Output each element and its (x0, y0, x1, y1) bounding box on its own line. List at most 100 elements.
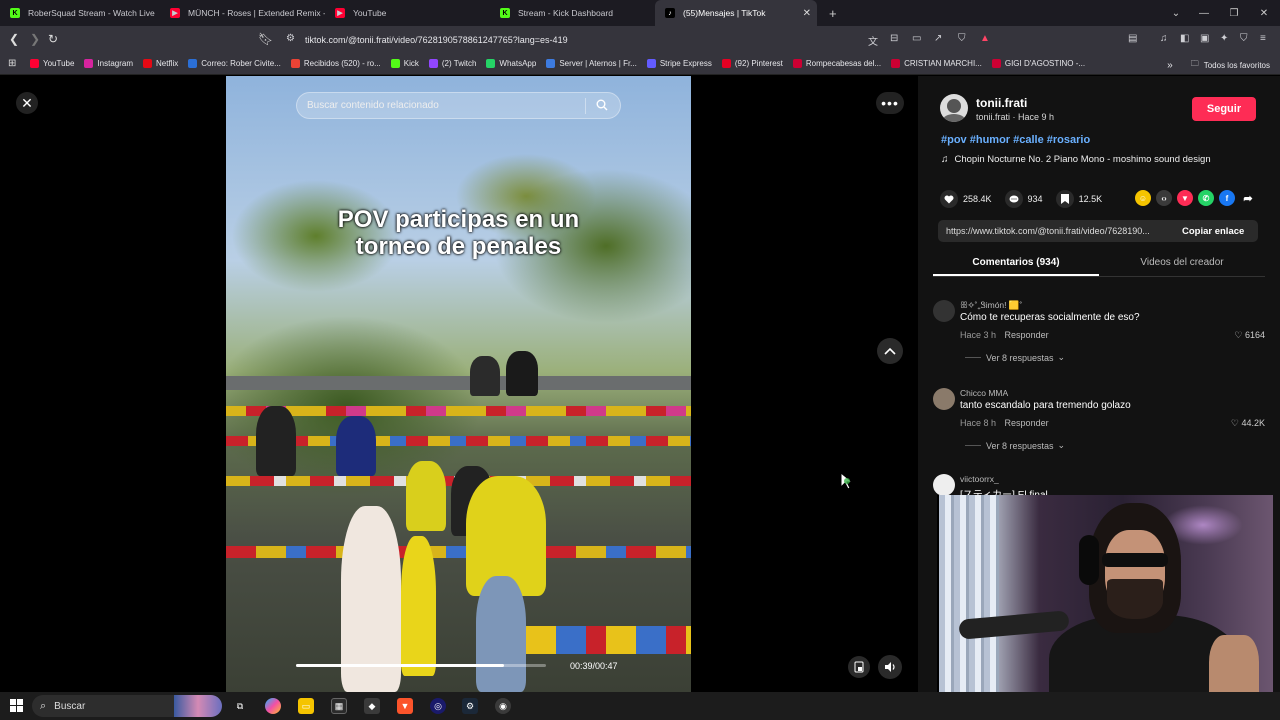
tab-munch[interactable]: ▶ MÜNCH - Roses | Extended Remix - Y (160, 0, 325, 26)
bookmark-item[interactable]: (2) Twitch (428, 59, 476, 68)
bookmark-label: Kick (403, 59, 419, 68)
minimize-button[interactable]: — (1190, 0, 1218, 26)
share-arrow-icon[interactable]: ➦ (1240, 190, 1256, 206)
bookmark-item[interactable]: Rompecabesas del... (792, 59, 881, 68)
previous-video-button[interactable] (877, 338, 903, 364)
reload-icon[interactable]: ↻ (48, 32, 58, 46)
view-replies-button[interactable]: Ver 8 respuestas ⌄ (965, 440, 1065, 451)
bookmark-item[interactable]: Kick (390, 59, 419, 68)
view-replies-button[interactable]: Ver 8 respuestas ⌄ (965, 352, 1065, 363)
tab-tiktok[interactable]: ♪ (55)Mensajes | TikTok ✕ (655, 0, 817, 26)
extension-icon[interactable]: ✦ (1220, 33, 1228, 44)
like-button[interactable]: 258.4K (940, 190, 992, 208)
brave-browser-icon[interactable]: ▼ (397, 698, 413, 714)
commenter-name[interactable]: viictoorrx_ (960, 474, 999, 484)
sidebar-icon[interactable]: ▤ (1128, 33, 1137, 44)
bookmark-item[interactable]: Recibidos (520) - ro... (290, 59, 381, 68)
copilot-icon[interactable] (265, 698, 281, 714)
commenter-avatar[interactable] (933, 300, 955, 322)
bookmark-item[interactable]: (92) Pinterest (721, 59, 783, 68)
apps-icon[interactable]: ⊞ (8, 58, 16, 69)
comment-like-button[interactable]: ♡ 6164 (1234, 330, 1265, 341)
brave-rewards-icon[interactable]: ▲ (980, 33, 990, 44)
panel-icon[interactable]: ◧ (1180, 33, 1189, 44)
all-bookmarks[interactable]: » 🗀︎ Todos los favoritos (1167, 58, 1270, 72)
bookmark-item[interactable]: Correo: Rober Civite... (188, 59, 281, 68)
chevron-right-icon[interactable]: » (1167, 60, 1173, 71)
bookmark-item[interactable]: Server | Aternos | Fr... (546, 59, 637, 68)
send-icon[interactable]: ▼ (1177, 190, 1193, 206)
video-progress-bar[interactable] (296, 664, 546, 667)
restore-button[interactable]: ❐ (1220, 0, 1248, 26)
music-icon[interactable]: ♫ (1160, 33, 1168, 44)
translate-icon[interactable]: 文 (868, 33, 878, 48)
tab-youtube[interactable]: ▶ YouTube (325, 0, 490, 26)
url-input[interactable]: tiktok.com/@tonii.frati/video/7628190578… (305, 35, 568, 45)
brave-shield-icon[interactable]: ⛉ (958, 33, 966, 44)
windows-start-icon[interactable] (10, 699, 23, 712)
comment-like-button[interactable]: ♡ 44.2K (1231, 418, 1265, 429)
bookmark-item[interactable]: CRISTIAN MARCHI... (891, 59, 982, 68)
save-button[interactable]: 12.5K (1055, 190, 1102, 208)
close-video-button[interactable]: ✕ (16, 92, 38, 114)
reply-button[interactable]: Responder (1005, 330, 1049, 340)
bookmark-item[interactable]: Stripe Express (646, 59, 712, 68)
new-tab-button[interactable]: + (829, 6, 837, 21)
bookmarks-bar: ⊞ YouTube Instagram Netflix Correo: Rober C… (0, 53, 1280, 75)
bookmark-icon[interactable]: 🔖︎ (258, 32, 273, 46)
steam-icon[interactable]: ⚙︎ (462, 698, 478, 714)
store-icon[interactable]: ▦ (331, 698, 347, 714)
commenter-avatar[interactable] (933, 474, 955, 496)
reader-icon[interactable]: ⊟ (890, 33, 898, 44)
tab-creator-videos[interactable]: Videos del creador (1099, 251, 1265, 276)
task-view-icon[interactable]: ⧉ (232, 698, 248, 714)
follow-button[interactable]: Seguir (1192, 97, 1256, 121)
commenter-name[interactable]: Chicco MMA (960, 388, 1008, 398)
related-search-input[interactable]: Buscar contenido relacionado (296, 92, 621, 119)
close-window-button[interactable]: ✕ (1250, 0, 1278, 26)
volume-button[interactable] (878, 655, 902, 679)
emoji-icon[interactable]: ☺ (1135, 190, 1151, 206)
pip-button[interactable] (848, 656, 870, 678)
hashtags[interactable]: #pov #humor #calle #rosario (941, 134, 1090, 146)
reply-button[interactable]: Responder (1005, 418, 1049, 428)
tab-comments[interactable]: Comentarios (934) (933, 251, 1099, 276)
chevron-down-icon[interactable]: ⌄ (1162, 0, 1190, 26)
whatsapp-icon[interactable]: ✆ (1198, 190, 1214, 206)
tab-kick-dashboard[interactable]: K Stream - Kick Dashboard (490, 0, 655, 26)
file-explorer-icon[interactable]: ▭ (298, 698, 314, 714)
music-link[interactable]: ♫ Chopin Nocturne No. 2 Piano Mono - mos… (941, 154, 1211, 165)
obs-icon[interactable]: ◉ (495, 698, 511, 714)
bookmark-item[interactable]: WhatsApp (486, 59, 536, 68)
cast-icon[interactable]: ▭ (912, 33, 921, 44)
bookmark-item[interactable]: Instagram (84, 59, 133, 68)
forward-icon[interactable]: ❯ (30, 32, 40, 46)
commenter-name[interactable]: ꕥ✧˚₊Ꮥimón! 🟨˚ (960, 300, 1022, 311)
bookmark-item[interactable]: GIGI D'AGOSTINO -... (991, 59, 1085, 68)
bookmark-item[interactable]: YouTube (30, 59, 74, 68)
embed-icon[interactable]: ‹› (1156, 190, 1172, 206)
app-icon[interactable]: ◎ (430, 698, 446, 714)
video-player[interactable]: POV participas en un torneo de penales B… (226, 76, 691, 692)
comment-button[interactable]: 934 (1004, 190, 1043, 208)
author-name[interactable]: tonii.frati (976, 96, 1027, 110)
back-icon[interactable]: ❮ (9, 32, 19, 46)
wallet-icon[interactable]: ▣ (1200, 33, 1209, 44)
close-tab-icon[interactable]: ✕ (803, 8, 811, 19)
site-settings-icon[interactable]: ⚙︎ (286, 33, 295, 44)
app-icon[interactable]: ◆ (364, 698, 380, 714)
more-options-button[interactable]: ••• (876, 92, 904, 114)
vpn-icon[interactable]: ⛉ (1240, 33, 1248, 44)
commenter-avatar[interactable] (933, 388, 955, 410)
taskbar-search-label: Buscar (54, 700, 86, 712)
menu-icon[interactable]: ≡ (1260, 33, 1266, 44)
post-link[interactable]: https://www.tiktok.com/@tonii.frati/vide… (946, 226, 1172, 236)
share-icon[interactable]: ↗ (934, 33, 942, 44)
copy-link-button[interactable]: Copiar enlace (1182, 226, 1244, 237)
taskbar-search[interactable]: ⌕ Buscar (32, 695, 222, 717)
author-avatar[interactable] (940, 94, 968, 122)
facebook-icon[interactable]: f (1219, 190, 1235, 206)
bookmark-item[interactable]: Netflix (143, 59, 178, 68)
search-icon[interactable] (596, 99, 608, 111)
tab-robersquad[interactable]: K RoberSquad Stream - Watch Live (0, 0, 160, 26)
